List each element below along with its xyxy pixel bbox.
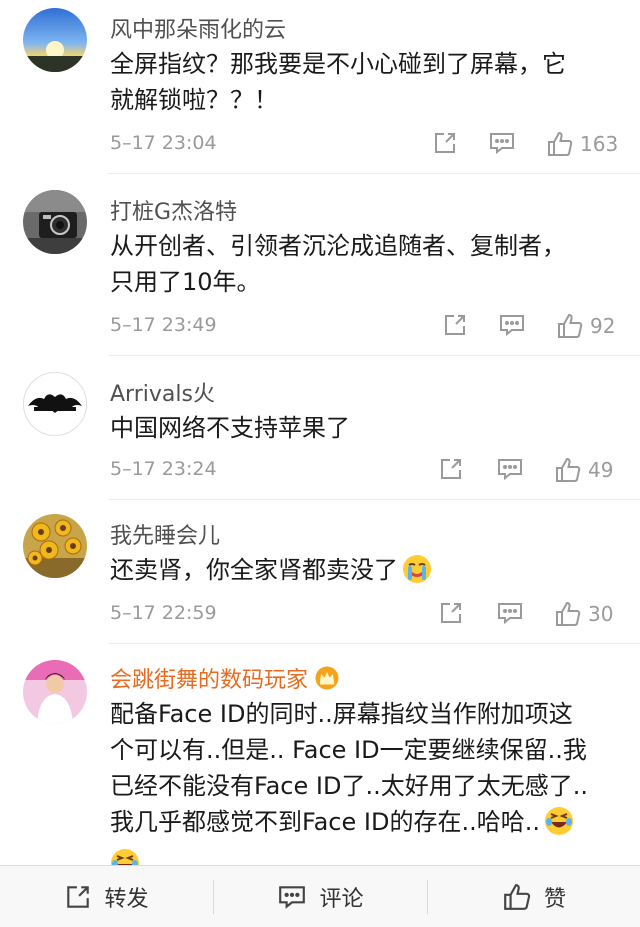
- comment-time: 5–17 22:59: [110, 602, 217, 624]
- bottom-action-bar: 转发 评论 赞: [0, 865, 640, 927]
- comment-line: 配备Face ID的同时..屏幕指纹当作附加项这: [110, 700, 573, 728]
- repost-icon: [67, 885, 90, 908]
- comment-item: Arrivals火 中国网络不支持苹果了 5–17 23:24 49: [0, 356, 640, 500]
- comment-text: 全屏指纹？那我要是不小心碰到了屏幕，它 就解锁啦？？！: [110, 46, 620, 118]
- repost-icon: [441, 459, 461, 479]
- comment-meta: 5–17 23:24 49: [110, 456, 622, 484]
- crying-face-emoji: [402, 554, 432, 594]
- comment-icon: [498, 459, 522, 481]
- thumbs-up-icon: [504, 883, 531, 910]
- comment-line: [110, 846, 620, 866]
- comment-item: 我先睡会儿 还卖肾，你全家肾都卖没了 5–17 22:59 30: [0, 500, 640, 644]
- avatar[interactable]: [23, 372, 87, 436]
- comment-button[interactable]: [498, 312, 526, 338]
- comment-icon: [279, 885, 306, 909]
- like-tab[interactable]: 赞: [428, 866, 640, 927]
- comment-time: 5–17 23:49: [110, 314, 217, 336]
- comment-line: 已经不能没有Face ID了..太好用了太无感了..: [110, 772, 588, 800]
- laughing-tears-emoji: [544, 806, 574, 846]
- like-button[interactable]: 30: [554, 600, 613, 628]
- comment-feed: 风中那朵雨化的云 全屏指纹？那我要是不小心碰到了屏幕，它 就解锁啦？？！ 5–1…: [0, 0, 640, 866]
- comment-time: 5–17 23:04: [110, 132, 217, 154]
- comment-icon: [498, 603, 522, 625]
- username[interactable]: 会跳街舞的数码玩家: [110, 662, 340, 696]
- comment-line: 全屏指纹？那我要是不小心碰到了屏幕，它: [110, 50, 566, 78]
- comment-line: 还卖肾，你全家肾都卖没了: [110, 552, 620, 594]
- comment-item: 打桩G杰洛特 从开创者、引领者沉沦成追随者、复制者， 只用了10年。 5–17 …: [0, 174, 640, 356]
- comment-label: 评论: [319, 886, 364, 912]
- repost-tab[interactable]: 转发: [0, 866, 213, 927]
- thumbs-up-icon: [548, 131, 573, 156]
- comment-text: 配备Face ID的同时..屏幕指纹当作附加项这 个可以有..但是.. Face…: [110, 696, 620, 866]
- username-text: 会跳街舞的数码玩家: [110, 668, 309, 693]
- comment-item: 风中那朵雨化的云 全屏指纹？那我要是不小心碰到了屏幕，它 就解锁啦？？！ 5–1…: [0, 0, 640, 174]
- comment-button[interactable]: [488, 130, 516, 156]
- comment-line: 我几乎都感觉不到Face ID的存在..哈哈..: [110, 804, 620, 846]
- like-button[interactable]: 49: [554, 456, 613, 484]
- comment-meta: 5–17 22:59 30: [110, 600, 622, 628]
- username[interactable]: 风中那朵雨化的云: [110, 12, 286, 44]
- like-label: 赞: [543, 886, 566, 912]
- comment-button[interactable]: [496, 456, 524, 482]
- repost-button[interactable]: [438, 456, 464, 482]
- comment-icon: [490, 133, 514, 155]
- username[interactable]: Arrivals火: [110, 376, 215, 408]
- comment-line-text: 我几乎都感觉不到Face ID的存在..哈哈..: [110, 808, 540, 836]
- comment-meta: 5–17 23:04 163: [110, 130, 622, 158]
- comment-tab[interactable]: 评论: [214, 866, 427, 927]
- comment-line: 个可以有..但是.. Face ID一定要继续保留..我: [110, 736, 587, 764]
- comment-time: 5–17 23:24: [110, 458, 217, 480]
- comment-text: 中国网络不支持苹果了: [110, 410, 620, 446]
- username[interactable]: 打桩G杰洛特: [110, 194, 237, 226]
- repost-button[interactable]: [432, 130, 458, 156]
- comment-text: 还卖肾，你全家肾都卖没了: [110, 552, 620, 594]
- vip-crown-icon: [314, 666, 340, 696]
- like-count: 92: [590, 314, 616, 338]
- comment-line: 就解锁啦？？！: [110, 86, 278, 114]
- avatar[interactable]: [23, 514, 87, 578]
- repost-icon: [441, 603, 461, 623]
- avatar[interactable]: [23, 660, 87, 724]
- repost-label: 转发: [104, 886, 149, 912]
- repost-icon: [445, 315, 465, 335]
- like-count: 30: [588, 602, 614, 626]
- comment-line: 从开创者、引领者沉沦成追随者、复制者，: [110, 232, 566, 260]
- repost-button[interactable]: [442, 312, 468, 338]
- repost-icon: [435, 133, 455, 153]
- comment-meta: 5–17 23:49 92: [110, 312, 622, 340]
- like-button[interactable]: 92: [556, 312, 615, 340]
- like-count: 163: [580, 132, 619, 156]
- avatar[interactable]: [23, 8, 87, 72]
- comment-item: 会跳街舞的数码玩家 配备Face ID的同时..屏幕指纹当作附加项这 个可以有.…: [0, 644, 640, 866]
- thumbs-up-icon: [556, 457, 581, 482]
- avatar[interactable]: [23, 190, 87, 254]
- comment-text: 从开创者、引领者沉沦成追随者、复制者， 只用了10年。: [110, 228, 620, 300]
- like-count: 49: [588, 458, 614, 482]
- like-button[interactable]: 163: [546, 130, 618, 158]
- comment-icon: [500, 315, 524, 337]
- laughing-tears-emoji: [110, 848, 140, 866]
- thumbs-up-icon: [556, 601, 581, 626]
- repost-button[interactable]: [438, 600, 464, 626]
- comment-line: 中国网络不支持苹果了: [110, 414, 350, 442]
- comment-button[interactable]: [496, 600, 524, 626]
- username[interactable]: 我先睡会儿: [110, 518, 220, 550]
- comment-line-text: 还卖肾，你全家肾都卖没了: [110, 556, 398, 584]
- thumbs-up-icon: [558, 313, 583, 338]
- comment-line: 只用了10年。: [110, 268, 261, 296]
